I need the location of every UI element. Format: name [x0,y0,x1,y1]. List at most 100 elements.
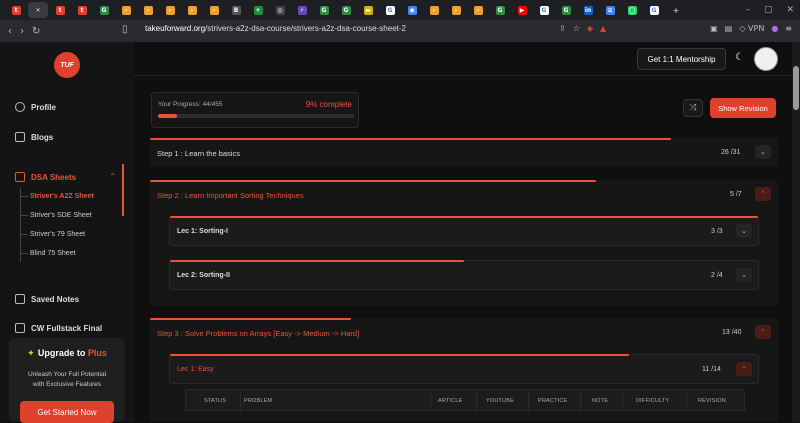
browser-tab[interactable]: t [72,2,92,18]
lecture-card[interactable]: Lec 1: Sorting-I 3 /3 ⌄ [169,216,759,246]
bookmark-icon[interactable]: ▯ [122,24,128,35]
code-favicon: › [473,5,483,15]
chevron-up-icon[interactable]: ⌃ [755,325,771,339]
problem-table-header: STATUS PROBLEM ARTICLE YOUTUBE PRACTICE … [185,389,745,412]
tuf-logo[interactable]: TUF [54,52,80,78]
browser-tab[interactable]: G [556,2,576,18]
sheet-link-a2z[interactable]: Striver's A2Z Sheet [30,193,94,200]
reload-icon[interactable]: ↻ [32,26,40,37]
shuffle-button[interactable]: ⤨ [683,99,703,117]
sheet-link-79[interactable]: Striver's 79 Sheet [30,231,85,238]
browser-tab[interactable]: B [226,2,246,18]
get-started-button[interactable]: Get Started Now [20,401,114,423]
browser-tab[interactable]: G [380,2,400,18]
sidebar-item-profile[interactable]: Profile [15,102,56,112]
chevron-up-icon[interactable]: ⌃ [109,172,116,181]
browser-tab[interactable]: G [314,2,334,18]
new-tab-button[interactable]: + [666,2,686,18]
browser-tab[interactable]: in [578,2,598,18]
step-count: 5 /7 [730,191,742,198]
google-favicon: G [649,5,659,15]
browser-tab[interactable]: + [248,2,268,18]
browser-tab[interactable]: › [424,2,444,18]
mentorship-button[interactable]: Get 1:1 Mentorship [637,48,726,70]
browser-tab[interactable]: t [6,2,26,18]
upgrade-title: ✦ Upgrade to Plus [9,348,125,359]
browser-tab[interactable]: G [644,2,664,18]
profile-icon[interactable]: ● [771,24,778,33]
share-icon[interactable]: ⇪ [559,24,566,33]
chevron-down-icon[interactable]: ⌄ [736,268,752,282]
tree-branch [20,196,28,197]
section-scrollbar[interactable] [122,164,124,216]
th-revision: REVISION [698,398,726,404]
upgrade-title-plus: Plus [87,348,107,358]
code-icon [15,323,25,333]
bookmark-star-icon[interactable]: ☆ [573,24,580,33]
browser-tab[interactable]: G [490,2,510,18]
avatar[interactable] [754,47,778,71]
browser-tab[interactable]: ✕ [28,2,48,18]
youtube-favicon: ▶ [517,5,527,15]
browser-tab[interactable]: ⚡ [292,2,312,18]
show-revision-button[interactable]: Show Revision [710,98,776,118]
browser-tab[interactable]: G [534,2,554,18]
browser-tab[interactable]: › [468,2,488,18]
url-host: takeuforward.org [145,24,206,33]
brave-shield-icon[interactable]: ◈ [587,24,593,33]
url-path: /strivers-a2z-dsa-course/strivers-a2z-ds… [205,24,406,33]
address-bar: ‹ › ↻ ▯ takeuforward.org/strivers-a2z-ds… [0,20,800,42]
browser-tab[interactable]: ≡ [600,2,620,18]
vpn-icon[interactable]: ◇ VPN [739,24,764,33]
column-divider [240,390,241,412]
browser-tab[interactable]: t [50,2,70,18]
wallet-icon[interactable]: ▤ [725,24,733,33]
moon-icon[interactable]: ☾ [735,52,744,63]
browser-tab[interactable]: › [138,2,158,18]
chevron-down-icon[interactable]: ⌄ [755,145,771,159]
url-field[interactable]: takeuforward.org/strivers-a2z-dsa-course… [145,24,406,33]
menu-icon[interactable]: ≡ [785,24,792,33]
lecture-card[interactable]: Lec 1: Easy 11 /14 ⌃ [169,354,759,384]
browser-tab[interactable]: › [446,2,466,18]
sheet-link-sde[interactable]: Striver's SDE Sheet [30,212,92,219]
close-icon[interactable]: ✕ [786,5,794,15]
sheet-link-blind75[interactable]: Blind 75 Sheet [30,250,76,257]
browser-tab[interactable]: › [182,2,202,18]
forward-icon[interactable]: › [20,26,24,37]
lecture-title: Lec 1: Easy [177,366,214,373]
chevron-down-icon[interactable]: ⌄ [736,224,752,238]
lecture-card[interactable]: Lec 2: Sorting-II 2 /4 ⌄ [169,260,759,290]
chevron-up-icon[interactable]: ⌃ [736,362,752,376]
extension-icon[interactable]: ▣ [710,24,718,33]
step-title[interactable]: Step 2 : Learn Important Sorting Techniq… [157,191,304,200]
browser-tab[interactable]: › [160,2,180,18]
step-title[interactable]: Step 3 : Solve Problems on Arrays [Easy … [157,329,359,338]
code-favicon: › [451,5,461,15]
step-card-1[interactable]: Step 1 : Learn the basics 26 /31 ⌄ [150,138,778,166]
browser-tab[interactable]: › [116,2,136,18]
minimize-icon[interactable]: – [745,5,750,15]
tree-branch [20,253,28,254]
browser-tab[interactable]: G [94,2,114,18]
browser-tab[interactable]: ◉ [402,2,422,18]
rewards-icon[interactable]: ▲ [600,24,606,33]
sidebar-item-saved-notes[interactable]: Saved Notes [15,294,79,304]
browser-tab[interactable]: ◯ [622,2,642,18]
browser-tab[interactable]: ▶ [512,2,532,18]
scrollbar-thumb[interactable] [793,66,799,110]
page-scrollbar[interactable] [792,42,800,422]
browser-tab[interactable]: ◎ [270,2,290,18]
browser-tab[interactable]: ▬ [358,2,378,18]
browser-tab[interactable]: › [204,2,224,18]
sidebar-item-dsa-sheets[interactable]: DSA Sheets [15,172,76,182]
browser-tab[interactable]: G [336,2,356,18]
sidebar-item-cw-fullstack[interactable]: CW Fullstack Final [15,323,102,333]
lecture-progress-bar [170,354,629,356]
shuffle-icon: ⤨ [689,103,697,113]
back-icon[interactable]: ‹ [8,26,12,37]
sidebar-item-blogs[interactable]: Blogs [15,132,53,142]
maximize-icon[interactable]: ▢ [764,5,773,15]
code-favicon: › [165,5,175,15]
chevron-up-icon[interactable]: ⌃ [755,187,771,201]
